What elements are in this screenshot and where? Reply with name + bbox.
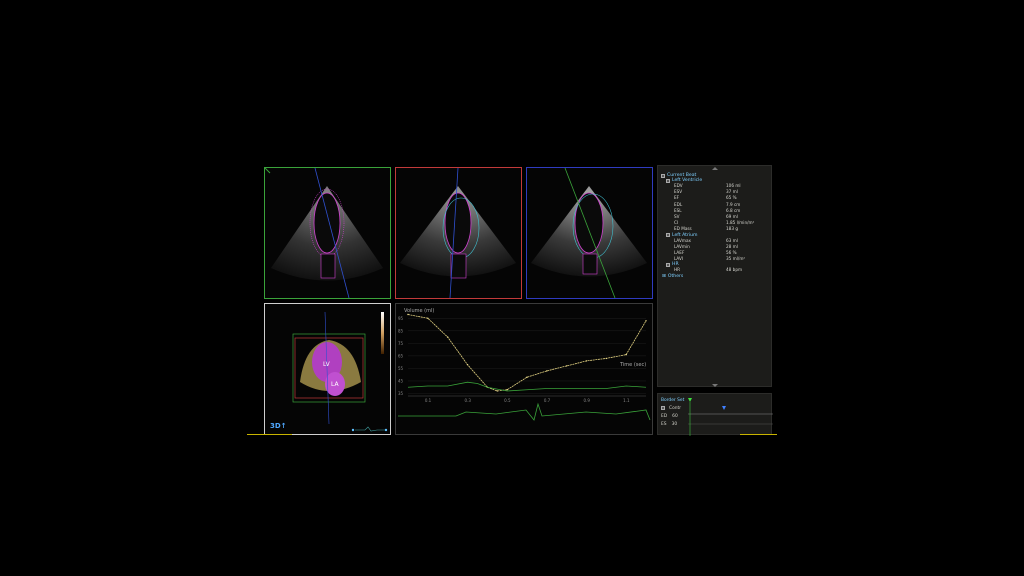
la-label: LA xyxy=(331,381,339,388)
es-value[interactable]: 30 xyxy=(672,422,678,427)
lv-label: LV xyxy=(323,361,331,368)
y-tick-label: 65 xyxy=(398,353,404,358)
hr-checkbox[interactable] xyxy=(666,262,670,267)
x-tick-label: 0.5 xyxy=(504,398,511,403)
lv-checkbox[interactable] xyxy=(666,178,670,183)
timeline-marker-left xyxy=(247,434,292,435)
ecg-trace xyxy=(398,402,651,421)
ed-value[interactable]: 60 xyxy=(672,414,678,419)
border-slider[interactable] xyxy=(688,394,773,436)
x-tick-label: 0.9 xyxy=(584,398,591,403)
x-tick-label: 0.1 xyxy=(425,398,432,403)
volume-point xyxy=(605,357,608,360)
lv-measure-value: 183 g xyxy=(726,226,738,232)
la-measure-label: LAVI xyxy=(674,256,684,262)
volume-point xyxy=(645,320,647,322)
volume-point xyxy=(565,365,568,367)
slider-blue-marker[interactable] xyxy=(722,406,726,410)
apical-view-1[interactable] xyxy=(264,167,391,299)
y-tick-label: 95 xyxy=(398,316,404,321)
volume-point xyxy=(407,313,409,316)
volume-curve-plot: Volume (ml) Time (sec) 95 85 75 65 55 45 35 0.… xyxy=(398,308,651,421)
expand-plus-icon[interactable]: ⊞ xyxy=(662,274,666,279)
volume-point xyxy=(506,389,508,391)
y-tick-label: 35 xyxy=(398,391,404,396)
measurements-panel: Current Beat Left Ventricle EDV 106 ml ESV… xyxy=(657,165,772,387)
volume-point xyxy=(496,390,498,392)
volume-point xyxy=(466,363,469,366)
x-tick-label: 0.7 xyxy=(544,398,551,403)
graph-y-label: Volume (ml) xyxy=(404,308,434,314)
y-tick-label: 75 xyxy=(398,341,404,346)
apical-view-1-image xyxy=(264,167,383,299)
3d-toggle-tag[interactable]: 3D↑ xyxy=(270,422,287,430)
volume-point xyxy=(427,317,429,319)
la-measure-value: 35 ml/m² xyxy=(726,256,746,262)
contour-checkbox[interactable] xyxy=(661,406,665,410)
graph-x-label: Time (sec) xyxy=(619,362,646,368)
volume-series-line-1 xyxy=(407,314,647,392)
apical-view-2[interactable] xyxy=(395,167,522,299)
3d-volume-image: LV LA xyxy=(292,311,388,432)
volume-point xyxy=(546,370,548,372)
slider-green-marker[interactable] xyxy=(688,398,692,402)
volume-series-line-2 xyxy=(407,381,647,392)
current-beat-checkbox[interactable] xyxy=(661,173,665,178)
la-checkbox[interactable] xyxy=(666,233,670,238)
volume-point xyxy=(625,353,627,356)
volume-point xyxy=(526,376,528,378)
y-tick-label: 55 xyxy=(398,366,404,371)
volume-time-graph[interactable]: Volume (ml) Time (sec) 95 85 75 65 55 45 35 0.… xyxy=(395,303,653,435)
y-tick-label: 85 xyxy=(398,328,404,333)
y-tick-label: 45 xyxy=(398,378,404,383)
hr-measure-value: 48 bpm xyxy=(726,267,743,273)
x-tick-label: 1.1 xyxy=(623,398,630,403)
volume-point xyxy=(446,336,449,338)
3d-volume-view[interactable]: LV LA 3D↑ xyxy=(264,303,391,435)
apical-view-3[interactable] xyxy=(526,167,653,299)
apical-view-2-image xyxy=(400,167,516,299)
volume-point xyxy=(585,360,588,362)
apical-view-3-image xyxy=(531,167,647,299)
border-settings-panel: Border Set Contr ED 60 ES 30 xyxy=(657,393,773,436)
ultrasound-screen: LV LA 3D↑ Volume (ml) Time (sec) 95 85 75 6… xyxy=(247,0,777,576)
timeline-marker-right xyxy=(740,434,777,435)
x-tick-label: 0.3 xyxy=(465,398,472,403)
others-section[interactable]: ⊞ Others xyxy=(661,274,768,279)
